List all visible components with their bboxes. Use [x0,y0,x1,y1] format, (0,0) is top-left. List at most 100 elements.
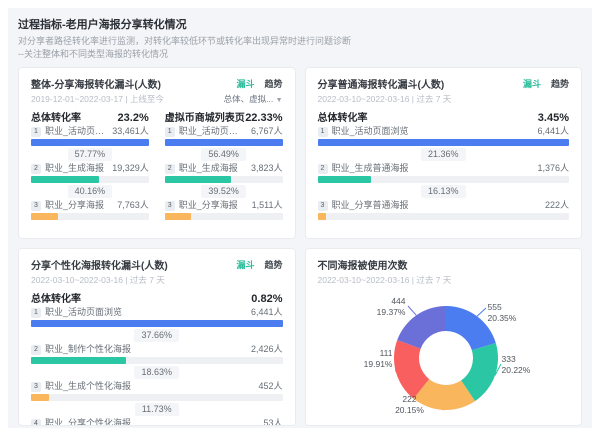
funnel-step-count: 6,767人 [251,126,283,137]
funnel-step-count: 1,511人 [252,200,283,211]
tab-funnel[interactable]: 漏斗 [236,77,254,90]
funnel-step-row: 2职业_生成海报19,329人 [31,163,149,174]
funnel-bar [165,176,232,183]
funnel-bar-track [31,139,149,146]
funnel-step-count: 2,426人 [251,344,283,355]
panel-title: 分享个性化海报转化漏斗(人数) [31,257,168,272]
funnel-step-row: 2职业_制作个性化海报2,426人 [31,344,283,355]
funnel-step-row: 1职业_活动页面浏览6,441人 [318,126,570,137]
funnel-step-label: 职业_分享海报 [45,200,111,211]
panel-personalized-poster-funnel: 分享个性化海报转化漏斗(人数) 漏斗 趋势 2022-03-10~2022-03… [18,248,296,426]
donut-label: 44419.37% [377,296,406,318]
funnel-column-personalized-poster: 总体转化率0.82%1职业_活动页面浏览6,441人37.66%2职业_制作个性… [31,290,283,426]
funnel-bar [31,320,283,327]
funnel-step-index: 1 [318,127,328,137]
panel-normal-poster-funnel: 分享普通海报转化漏斗(人数) 漏斗 趋势 2022-03-10~2022-03-… [305,67,583,239]
funnel-total-rate: 0.82% [251,293,282,305]
donut-label-value: 444 [377,296,406,307]
funnel-step-rate: 57.77% [68,148,113,161]
funnel-column-overall: 总体转化率23.2%1职业_活动页面浏览33,461人57.77%2职业_生成海… [31,105,149,220]
funnel-bar [31,176,99,183]
funnel-header: 总体转化率 3.45% [318,109,570,124]
funnel-header: 虚拟币商城列表页22.33% [165,109,283,124]
tab-funnel[interactable]: 漏斗 [523,77,541,90]
funnel-step-index: 2 [318,164,328,174]
funnel-step-rate: 18.63% [134,366,179,379]
funnel-step-row: 1职业_活动页面浏览6,441人 [31,307,283,318]
funnel-step-row: 4职业_分享个性化海报53人 [31,418,283,426]
funnel-bar-track [31,394,283,401]
tab-funnel[interactable]: 漏斗 [236,258,254,271]
funnel-step-count: 7,763人 [117,200,149,211]
donut-label-value: 222 [388,394,432,405]
tab-trend[interactable]: 趋势 [551,77,569,90]
donut-label-line [408,306,416,315]
funnel-total-rate: 22.33% [245,112,282,124]
panel-header: 分享个性化海报转化漏斗(人数) 漏斗 趋势 [31,257,283,272]
funnel-step-row: 3职业_生成个性化海报452人 [31,381,283,392]
panel-subheader: 2019-12-01~2022-03-17 | 上线至今 总体、虚拟... ▼ [31,93,283,105]
tab-trend[interactable]: 趋势 [264,77,282,90]
funnel-bar [165,139,283,146]
tab-trend[interactable]: 趋势 [264,258,282,271]
funnel-step-label: 职业_生成普通海报 [332,163,532,174]
funnel-column-normal-poster: 总体转化率 3.45% 1职业_活动页面浏览6,441人 21.36% 2 职业_生成普通… [318,109,570,220]
funnel-step-label: 职业_活动页面浏览 [45,126,106,137]
page-subtitle: 对分享者路径转化率进行监测，对转化率较低环节或转化率出现异常时进行问题诊断 --… [18,35,582,61]
funnel-bar [31,394,49,401]
funnel-bar-track [31,213,149,220]
funnel-bar [165,213,191,220]
donut-label: 55520.35% [488,302,517,324]
funnel-step-label: 职业_生成海报 [179,163,245,174]
funnel-step-label: 职业_分享海报 [179,200,246,211]
funnel-step-count: 222人 [545,200,569,211]
funnel-bar-track [31,176,149,183]
donut-label: 33320.22% [502,354,531,376]
funnel-step-row: 3职业_分享普通海报222人 [318,200,570,211]
funnel-step-index: 2 [165,164,175,174]
funnel-step-count: 1,376人 [537,163,569,174]
funnel-step-rate: 56.49% [201,148,246,161]
donut-label-percent: 20.15% [388,405,432,416]
funnel-step-rate: 39.52% [201,185,246,198]
funnel-header-label: 虚拟币商城列表页 [165,109,245,124]
donut-chart: 55520.35%33320.22%22220.15%11119.91%4441… [318,288,574,426]
funnel-step-count: 3,823人 [251,163,283,174]
funnel-step-count: 53人 [263,418,282,426]
panel-subheader: 2022-03-10~2022-03-16 | 过去 7 天 [31,274,283,286]
funnel-step-count: 19,329人 [112,163,149,174]
donut-label-percent: 20.22% [502,365,531,376]
funnel-step-rate: 16.13% [421,185,466,198]
view-tabs: 漏斗 趋势 [236,77,282,90]
funnel-bar-track [165,139,283,146]
panel-poster-usage-donut: 不同海报被使用次数 2022-03-10~2022-03-16 | 过去 7 天… [305,248,583,426]
panel-header: 分享普通海报转化漏斗(人数) 漏斗 趋势 [318,76,570,91]
funnel-step-rate: 21.36% [421,148,466,161]
date-range: 2022-03-10~2022-03-16 | 过去 7 天 [31,274,165,286]
date-range: 2019-12-01~2022-03-17 | 上线至今 [31,93,164,105]
funnel-step-count: 6,441人 [251,307,283,318]
panel-title: 分享普通海报转化漏斗(人数) [318,76,445,91]
funnel-step-index: 1 [31,127,41,137]
funnel-step-rate: 40.16% [68,185,113,198]
funnel-step-rate: 37.66% [134,329,179,342]
funnel-step-label: 职业_制作个性化海报 [45,344,245,355]
funnel-step-index: 3 [31,201,41,211]
funnel-step-index: 2 [31,164,41,174]
funnel-bar-track [318,213,570,220]
funnel-columns: 总体转化率23.2%1职业_活动页面浏览33,461人57.77%2职业_生成海… [31,105,283,220]
funnel-bar [31,213,58,220]
funnel-step-row: 1职业_活动页面浏览6,767人 [165,126,283,137]
funnel-total-rate: 3.45% [538,112,569,124]
funnel-bar-track [165,213,283,220]
funnel-column-vcoin-list: 虚拟币商城列表页22.33% 1职业_活动页面浏览6,767人 56.49% 2 职业_… [165,105,283,220]
date-range: 2022-03-10~2022-03-16 | 过去 7 天 [318,93,452,105]
segment-dropdown[interactable]: 总体、虚拟... ▼ [224,93,283,105]
date-range: 2022-03-10~2022-03-16 | 过去 7 天 [318,274,452,286]
funnel-header-label: 总体转化率 [318,109,368,124]
panel-title: 整体-分享海报转化漏斗(人数) [31,76,161,91]
panel-header: 整体-分享海报转化漏斗(人数) 漏斗 趋势 [31,76,283,91]
page-subtitle-line2: --关注整体和不同类型海报的转化情况 [18,48,582,61]
funnel-bar-track [318,176,570,183]
funnel-step-index: 1 [165,127,175,137]
